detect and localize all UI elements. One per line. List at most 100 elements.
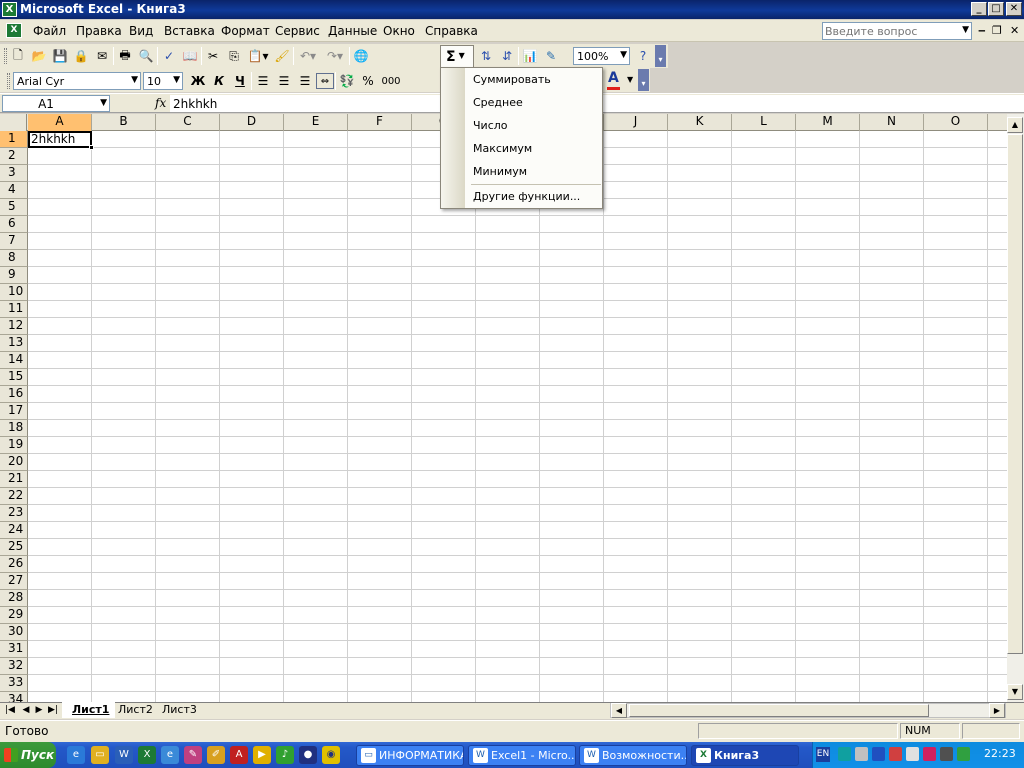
column-header[interactable]: O [924,114,988,131]
menu-insert[interactable]: Вставка [162,24,217,39]
row-header[interactable]: 25 [0,539,28,556]
menu-view[interactable]: Вид [127,24,155,39]
column-header[interactable]: K [668,114,732,131]
align-left-icon[interactable]: ☰ [253,71,273,91]
language-indicator[interactable]: EN [816,747,830,762]
menu-item-count[interactable]: Число [473,119,508,132]
email-icon[interactable]: ✉ [92,46,112,66]
media-icon[interactable]: ● [299,746,317,764]
scroll-down-icon[interactable]: ▼ [1007,684,1023,700]
sheet-tab-3[interactable]: Лист3 [152,702,203,718]
font-size-combo[interactable]: ▼ [143,72,183,90]
menu-item-sum[interactable]: Суммировать [473,73,551,86]
copy-icon[interactable]: ⎘ [224,46,244,66]
merge-center-icon[interactable]: ⇔ [316,73,334,89]
menu-window[interactable]: Окно [381,24,417,39]
row-header[interactable]: 12 [0,318,28,335]
column-header[interactable]: M [796,114,860,131]
horizontal-scroll-thumb[interactable] [629,704,929,717]
menu-edit[interactable]: Правка [74,24,124,39]
browser-icon[interactable]: e [67,746,85,764]
row-header[interactable]: 19 [0,437,28,454]
acrobat-icon[interactable]: A [230,746,248,764]
doc-restore-button[interactable]: ❐ [992,24,1002,37]
taskbar-button-2[interactable]: W Excel1 - Micro... [468,745,576,766]
print-preview-icon[interactable]: 🔍 [136,46,156,66]
chevron-down-icon[interactable]: ▼ [100,98,107,108]
network-icon[interactable]: ◉ [322,746,340,764]
start-button[interactable]: Пуск [0,742,56,768]
row-header[interactable]: 20 [0,454,28,471]
doc-close-button[interactable]: ✕ [1010,24,1019,37]
close-button[interactable]: ✕ [1006,2,1022,16]
underline-button[interactable]: Ч [230,71,250,91]
horizontal-scrollbar[interactable]: ◀ ▶ [610,703,1006,718]
column-header[interactable]: N [860,114,924,131]
row-header[interactable]: 15 [0,369,28,386]
doc-minimize-button[interactable]: ‒ [978,24,986,37]
minimize-button[interactable]: _ [971,2,987,16]
cell-a1[interactable]: 2hkhkh [28,131,92,148]
menu-data[interactable]: Данные [326,24,379,39]
new-document-icon[interactable]: 🗋 [8,46,28,66]
excel-icon[interactable]: X [138,746,156,764]
row-header[interactable]: 14 [0,352,28,369]
print-icon[interactable]: 🖶 [115,46,135,66]
column-header[interactable]: A [28,114,92,131]
help-question-box[interactable]: ▼ [822,22,972,40]
column-header[interactable]: E [284,114,348,131]
menu-item-more-functions[interactable]: Другие функции... [473,190,580,203]
row-header[interactable]: 22 [0,488,28,505]
fill-handle[interactable] [89,145,94,150]
taskbar-button-3[interactable]: W Возможности... [579,745,687,766]
cut-icon[interactable]: ✂ [203,46,223,66]
font-name-input[interactable] [14,73,140,89]
row-header[interactable]: 4 [0,182,28,199]
vertical-scrollbar[interactable]: ▲ ▼ [1007,114,1024,702]
column-header[interactable]: C [156,114,220,131]
research-icon[interactable]: 📖 [180,46,200,66]
tray-app-icon[interactable] [889,747,902,761]
column-header[interactable]: D [220,114,284,131]
align-right-icon[interactable]: ☰ [295,71,315,91]
first-sheet-icon[interactable]: |◀ [4,705,16,715]
row-header[interactable]: 9 [0,267,28,284]
permission-icon[interactable]: 🔒 [71,46,91,66]
chevron-down-icon[interactable]: ▼ [459,51,465,60]
row-header[interactable]: 6 [0,216,28,233]
column-header[interactable]: B [92,114,156,131]
maximize-button[interactable]: □ [988,2,1004,16]
scroll-right-icon[interactable]: ▶ [989,703,1005,718]
row-header[interactable]: 8 [0,250,28,267]
chevron-down-icon[interactable]: ▼ [627,75,633,84]
toolbar-grip[interactable] [7,73,10,89]
row-header[interactable]: 7 [0,233,28,250]
toolbar-options-icon[interactable]: ▾ [655,45,666,67]
menu-item-max[interactable]: Максимум [473,142,532,155]
align-center-icon[interactable]: ☰ [274,71,294,91]
taskbar-button-1[interactable]: ▭ ИНФОРМАТИКА [356,745,464,766]
row-header[interactable]: 5 [0,199,28,216]
row-header[interactable]: 18 [0,420,28,437]
paste-icon[interactable]: 📋▾ [245,46,271,66]
font-name-combo[interactable]: ▼ [13,72,141,90]
toolbar-grip[interactable] [4,48,7,64]
folder-icon[interactable]: ▭ [91,746,109,764]
tray-app-icon[interactable] [957,747,970,761]
italic-button[interactable]: К [209,71,229,91]
row-header[interactable]: 26 [0,556,28,573]
menu-item-average[interactable]: Среднее [473,96,523,109]
chevron-down-icon[interactable]: ▼ [962,25,969,35]
help-question-input[interactable] [825,24,957,38]
help-icon[interactable]: ? [633,46,653,66]
row-header[interactable]: 17 [0,403,28,420]
tray-app-icon[interactable] [855,747,868,761]
tool-icon[interactable]: ✐ [207,746,225,764]
row-header[interactable]: 16 [0,386,28,403]
prev-sheet-icon[interactable]: ◀ [20,705,32,715]
row-header[interactable]: 23 [0,505,28,522]
sort-descending-icon[interactable]: ⇵ [497,46,517,66]
vertical-scroll-thumb[interactable] [1007,134,1023,654]
column-header[interactable]: J [604,114,668,131]
column-header[interactable]: L [732,114,796,131]
